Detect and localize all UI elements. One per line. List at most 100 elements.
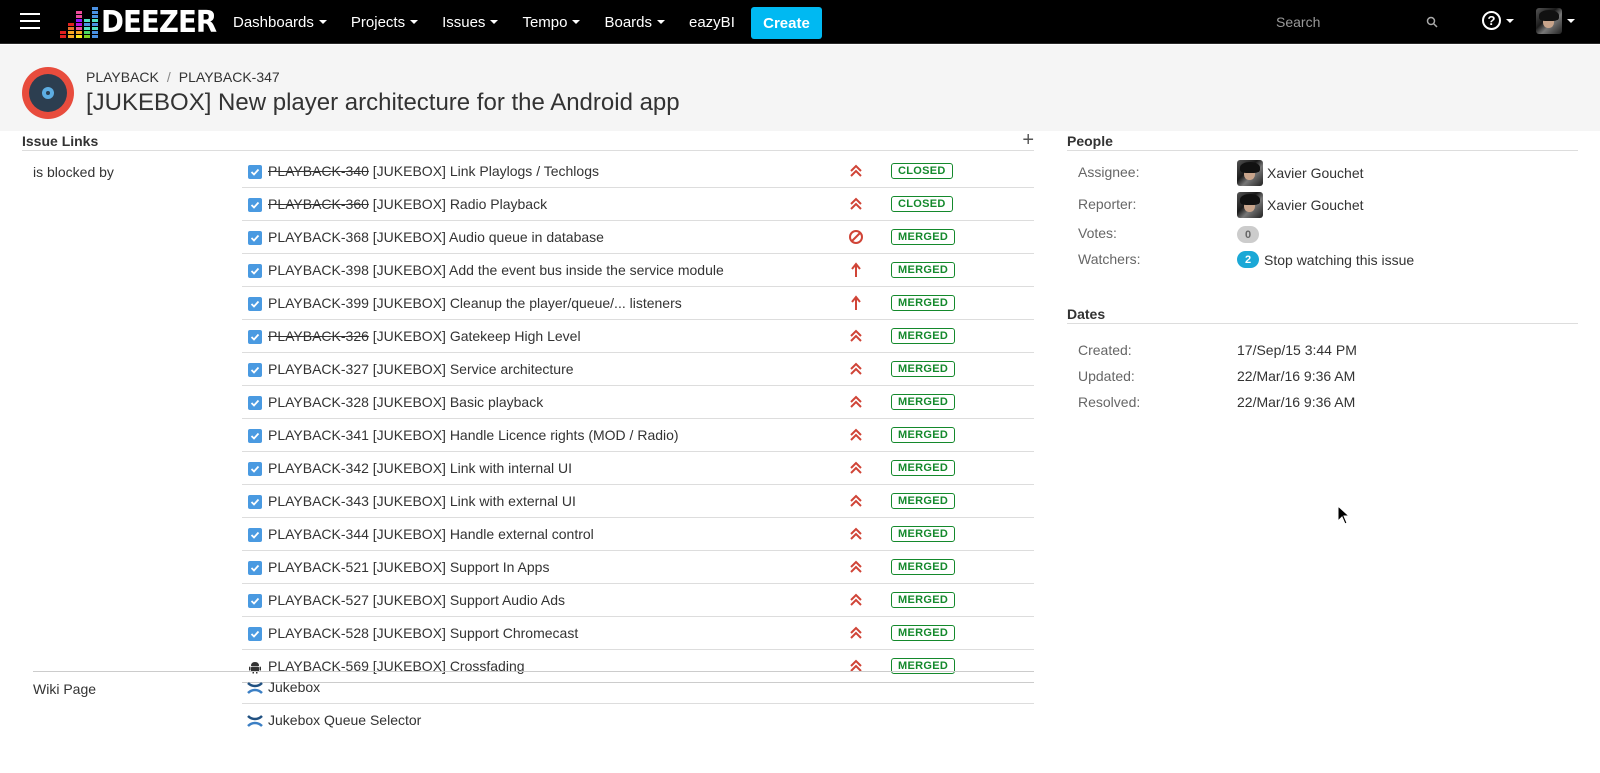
nav-tempo[interactable]: Tempo xyxy=(522,13,581,31)
priority-critical-icon xyxy=(850,197,862,210)
help-menu[interactable]: ? xyxy=(1482,11,1514,30)
issue-link-row[interactable]: PLAYBACK-398 [JUKEBOX] Add the event bus… xyxy=(242,254,1034,287)
issue-link[interactable]: PLAYBACK-328 [JUKEBOX] Basic playback xyxy=(268,394,543,410)
create-button[interactable]: Create xyxy=(751,7,822,39)
issue-summary: [JUKEBOX] Audio queue in database xyxy=(372,229,604,245)
main-nav: Dashboards Projects Issues Tempo Boards … xyxy=(233,0,759,44)
wiki-link[interactable]: Jukebox xyxy=(242,671,1034,704)
priority-critical-icon xyxy=(850,362,862,375)
task-checkbox-icon xyxy=(248,429,262,443)
issue-link-row[interactable]: PLAYBACK-344 [JUKEBOX] Handle external c… xyxy=(242,518,1034,551)
issue-link[interactable]: PLAYBACK-341 [JUKEBOX] Handle Licence ri… xyxy=(268,427,679,443)
issue-summary: [JUKEBOX] Handle external control xyxy=(372,526,594,542)
nav-item-label: Projects xyxy=(350,13,406,31)
votes-badge: 0 xyxy=(1237,226,1259,243)
votes-label: Votes: xyxy=(1078,225,1117,241)
nav-item-label: Tempo xyxy=(522,13,568,31)
issue-summary: [JUKEBOX] Radio Playback xyxy=(372,196,548,212)
assignee-value[interactable]: Xavier Gouchet xyxy=(1237,160,1364,186)
issue-link-row[interactable]: PLAYBACK-528 [JUKEBOX] Support Chromecas… xyxy=(242,617,1034,650)
issue-link[interactable]: PLAYBACK-343 [JUKEBOX] Link with externa… xyxy=(268,493,576,509)
wiki-link[interactable]: Jukebox Queue Selector xyxy=(242,704,1034,737)
issue-link[interactable]: PLAYBACK-340 [JUKEBOX] Link Playlogs / T… xyxy=(268,163,599,179)
help-icon: ? xyxy=(1482,11,1501,30)
chevron-down-icon xyxy=(1567,19,1575,23)
issue-link[interactable]: PLAYBACK-521 [JUKEBOX] Support In Apps xyxy=(268,559,549,575)
status-badge: MERGED xyxy=(891,460,956,476)
issue-summary: [JUKEBOX] Service architecture xyxy=(372,361,574,377)
breadcrumb-project[interactable]: PLAYBACK xyxy=(86,69,159,85)
logo-equalizer-icon xyxy=(60,7,98,38)
task-checkbox-icon xyxy=(248,627,262,641)
votes-value[interactable]: 0 xyxy=(1237,226,1259,243)
issue-link-row[interactable]: PLAYBACK-327 [JUKEBOX] Service architect… xyxy=(242,353,1034,386)
reporter-name: Xavier Gouchet xyxy=(1267,197,1364,213)
nav-issues[interactable]: Issues xyxy=(442,14,499,31)
issue-link[interactable]: PLAYBACK-327 [JUKEBOX] Service architect… xyxy=(268,361,574,377)
issue-key: PLAYBACK-528 xyxy=(268,625,369,641)
status-badge: MERGED xyxy=(891,559,956,575)
status-badge: MERGED xyxy=(891,295,956,311)
search-icon[interactable] xyxy=(1426,16,1438,28)
issue-link-row[interactable]: PLAYBACK-527 [JUKEBOX] Support Audio Ads… xyxy=(242,584,1034,617)
issue-link-row[interactable]: PLAYBACK-360 [JUKEBOX] Radio Playback CLO… xyxy=(242,188,1034,221)
status-badge: MERGED xyxy=(891,229,956,245)
nav-item-label: eazyBI xyxy=(689,13,735,31)
priority-critical-icon xyxy=(850,164,862,177)
issue-link[interactable]: PLAYBACK-527 [JUKEBOX] Support Audio Ads xyxy=(268,592,565,608)
confluence-icon xyxy=(247,682,263,694)
issue-summary: [JUKEBOX] Handle Licence rights (MOD / R… xyxy=(372,427,679,443)
chevron-down-icon xyxy=(410,20,419,24)
priority-critical-icon xyxy=(850,428,862,441)
issue-link-row[interactable]: PLAYBACK-341 [JUKEBOX] Handle Licence ri… xyxy=(242,419,1034,452)
issue-link-row[interactable]: PLAYBACK-342 [JUKEBOX] Link with interna… xyxy=(242,452,1034,485)
project-avatar[interactable] xyxy=(22,67,74,119)
status-badge: MERGED xyxy=(891,262,956,278)
chevron-down-icon xyxy=(657,20,665,24)
nav-projects[interactable]: Projects xyxy=(350,13,419,31)
issue-link-row[interactable]: PLAYBACK-340 [JUKEBOX] Link Playlogs / T… xyxy=(242,155,1034,188)
issue-link[interactable]: PLAYBACK-342 [JUKEBOX] Link with interna… xyxy=(268,460,572,476)
issue-link[interactable]: PLAYBACK-528 [JUKEBOX] Support Chromecas… xyxy=(268,625,578,641)
status-badge: MERGED xyxy=(891,361,956,377)
issue-link[interactable]: PLAYBACK-344 [JUKEBOX] Handle external c… xyxy=(268,526,594,542)
updated-label: Updated: xyxy=(1078,368,1135,384)
issue-key: PLAYBACK-328 xyxy=(268,394,369,410)
stop-watching-link[interactable]: Stop watching this issue xyxy=(1264,252,1414,268)
issue-link-row[interactable]: PLAYBACK-399 [JUKEBOX] Cleanup the playe… xyxy=(242,287,1034,320)
issue-link[interactable]: PLAYBACK-360 [JUKEBOX] Radio Playback xyxy=(268,196,547,212)
issue-summary: [JUKEBOX] Link Playlogs / Techlogs xyxy=(372,163,599,179)
nav-boards[interactable]: Boards xyxy=(604,14,665,31)
task-checkbox-icon xyxy=(248,198,262,212)
status-badge: MERGED xyxy=(891,427,956,443)
issue-link-row[interactable]: PLAYBACK-343 [JUKEBOX] Link with externa… xyxy=(242,485,1034,518)
priority-blocker-icon xyxy=(849,230,863,244)
issue-link-row[interactable]: PLAYBACK-521 [JUKEBOX] Support In Apps ME… xyxy=(242,551,1034,584)
issue-link-row[interactable]: PLAYBACK-368 [JUKEBOX] Audio queue in da… xyxy=(242,221,1034,254)
nav-eazybi[interactable]: eazyBI xyxy=(689,14,735,31)
watchers-badge[interactable]: 2 xyxy=(1237,251,1259,268)
deezer-logo[interactable]: DEEZER xyxy=(60,6,226,38)
issue-key: PLAYBACK-398 xyxy=(268,262,369,278)
priority-critical-icon xyxy=(850,395,862,408)
issue-summary: [JUKEBOX] Support Audio Ads xyxy=(372,592,566,608)
dates-section: Dates xyxy=(1067,304,1578,324)
menu-icon[interactable] xyxy=(20,13,40,29)
issue-link-row[interactable]: PLAYBACK-326 [JUKEBOX] Gatekeep High Lev… xyxy=(242,320,1034,353)
issue-key: PLAYBACK-521 xyxy=(268,559,369,575)
priority-critical-icon xyxy=(850,626,862,639)
issue-link-row[interactable]: PLAYBACK-328 [JUKEBOX] Basic playback MER… xyxy=(242,386,1034,419)
reporter-value[interactable]: Xavier Gouchet xyxy=(1237,192,1364,218)
issue-link[interactable]: PLAYBACK-399 [JUKEBOX] Cleanup the playe… xyxy=(268,295,682,311)
issue-link[interactable]: PLAYBACK-398 [JUKEBOX] Add the event bus… xyxy=(268,262,724,278)
issue-link[interactable]: PLAYBACK-326 [JUKEBOX] Gatekeep High Lev… xyxy=(268,328,581,344)
user-menu[interactable] xyxy=(1536,8,1575,34)
issue-summary: [JUKEBOX] Cleanup the player/queue/... l… xyxy=(372,295,682,311)
priority-major-icon xyxy=(851,295,861,310)
task-checkbox-icon xyxy=(248,330,262,344)
breadcrumb-issue[interactable]: PLAYBACK-347 xyxy=(179,69,280,85)
issue-link[interactable]: PLAYBACK-368 [JUKEBOX] Audio queue in da… xyxy=(268,229,604,245)
add-link-icon[interactable]: + xyxy=(1022,130,1034,150)
nav-dashboards[interactable]: Dashboards xyxy=(233,14,327,31)
search-input[interactable] xyxy=(1276,14,1416,30)
